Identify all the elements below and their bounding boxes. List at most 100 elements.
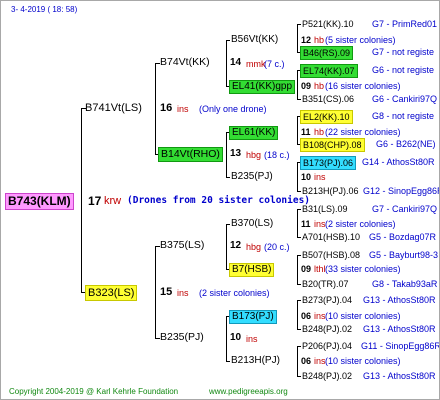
gen4-info: G12 - SinopEgg86R — [363, 186, 440, 196]
connector-line — [81, 108, 82, 293]
connector-line — [226, 40, 230, 41]
gen4-queen[interactable]: B108(CHP).08 — [300, 138, 365, 152]
gen3-note: (2 sister colonies) — [325, 219, 396, 229]
gen3-marker: lthl — [314, 264, 326, 274]
gen2-note: (7 c.) — [264, 59, 285, 69]
gen3-marker: hb — [314, 127, 325, 137]
gen3-queen[interactable]: B370(LS) — [231, 218, 273, 230]
gen3-queen[interactable]: B173(PJ) — [229, 310, 277, 324]
gen4-queen[interactable]: P521(KK).10 — [302, 18, 354, 30]
root-score: 17 — [88, 194, 102, 208]
gen4-queen[interactable]: A701(HSB).10 — [302, 231, 360, 243]
gen4-queen[interactable]: B46(RS).09 — [300, 46, 354, 60]
gen3-marker: ins — [314, 172, 326, 182]
gen4-queen[interactable]: B173(PJ).06 — [300, 156, 357, 170]
gen4-info: G7 - Cankiri97Q — [372, 204, 438, 214]
gen3-queen[interactable]: B235(PJ) — [231, 171, 273, 183]
gen1-lower-queen[interactable]: B323(LS) — [85, 285, 138, 301]
gen3-queen[interactable]: B7(HSB) — [229, 263, 275, 277]
gen1-lower-marker: ins — [177, 288, 189, 298]
connector-line — [297, 99, 301, 100]
connector-line — [155, 63, 156, 155]
gen4-info: G11 - SinopEgg86R — [361, 341, 440, 351]
connector-line — [226, 224, 227, 270]
gen3-score: 09 — [301, 81, 312, 91]
gen4-info: G5 - Bayburt98-3 — [369, 250, 439, 260]
gen3-note: (10 sister colonies) — [325, 356, 401, 366]
gen3-marker: ins — [314, 219, 326, 229]
connector-line — [297, 376, 301, 377]
gen4-info: G8 - not registe — [372, 111, 435, 121]
gen3-score: 06 — [301, 311, 312, 321]
gen3-score: 11 — [301, 127, 311, 137]
connector-line — [297, 329, 301, 330]
gen4-info: G6 - B262(NE) — [376, 139, 436, 149]
gen3-note: (5 sister colonies) — [325, 35, 396, 45]
gen2-note: (18 c.) — [264, 150, 290, 160]
connector-line — [226, 177, 230, 178]
connector-line — [226, 224, 230, 225]
connector-line — [226, 361, 230, 362]
gen4-queen[interactable]: B31(LS).09 — [302, 203, 348, 215]
gen4-info: G13 - AthosSt80R — [363, 371, 436, 381]
pedigree-chart: 3- 4-2019 ( 18: 58) B743(KLM) 17 krw (Dr… — [0, 0, 440, 400]
gen4-queen[interactable]: B248(PJ).02 — [302, 370, 352, 382]
gen4-queen[interactable]: B20(TR).07 — [302, 278, 349, 290]
gen1-upper-queen[interactable]: B741Vt(LS) — [85, 101, 142, 115]
gen2-queen[interactable]: B74Vt(KK) — [160, 56, 210, 69]
connector-line — [297, 116, 298, 145]
gen4-info: G14 - AthosSt80R — [362, 157, 435, 167]
gen2-queen[interactable]: B375(LS) — [160, 239, 204, 252]
gen4-info: G13 - AthosSt80R — [363, 324, 436, 334]
gen3-score: 10 — [301, 172, 312, 182]
gen1-upper-score: 16 — [160, 102, 173, 114]
gen4-queen[interactable]: EL2(KK).10 — [300, 110, 353, 124]
gen4-queen[interactable]: EL74(KK).07 — [300, 64, 358, 78]
gen2-queen[interactable]: B235(PJ) — [160, 331, 204, 344]
gen4-queen[interactable]: P206(PJ).04 — [302, 340, 352, 352]
connector-line — [297, 162, 298, 192]
connector-line — [297, 70, 298, 100]
footer-website-link[interactable]: www.pedigreeapis.org — [209, 386, 288, 398]
gen2-score: 14 — [230, 57, 242, 68]
connector-line — [297, 209, 301, 210]
connector-line — [226, 40, 227, 87]
connector-line — [297, 300, 301, 301]
gen3-score: 12 — [301, 35, 312, 45]
connector-line — [297, 24, 298, 53]
connector-line — [297, 300, 298, 330]
gen3-queen[interactable]: EL41(KK)gpp — [229, 80, 296, 94]
root-colony-note: (Drones from 20 sister colonies) — [127, 195, 311, 206]
gen4-queen[interactable]: B351(CS).06 — [302, 93, 354, 105]
gen3-note: (22 sister colonies) — [325, 127, 401, 137]
gen2-marker: mmk — [246, 59, 266, 69]
gen4-info: G6 - Cankiri97Q — [372, 94, 438, 104]
gen2-marker: hbg — [246, 242, 262, 252]
gen2-score: 10 — [230, 332, 242, 343]
gen3-queen[interactable]: EL61(KK) — [229, 126, 279, 140]
gen3-marker: hb — [314, 35, 325, 45]
gen4-queen[interactable]: B248(PJ).02 — [302, 323, 352, 335]
connector-line — [297, 284, 301, 285]
gen3-queen[interactable]: B56Vt(KK) — [231, 34, 278, 46]
gen4-queen[interactable]: B273(PJ).04 — [302, 294, 352, 306]
gen1-upper-note: (Only one drone) — [199, 104, 267, 114]
gen4-queen[interactable]: B213H(PJ).06 — [302, 185, 359, 197]
connector-line — [297, 255, 298, 285]
connector-line — [226, 316, 227, 362]
connector-line — [297, 255, 301, 256]
gen3-marker: ins — [314, 311, 326, 321]
gen3-queen[interactable]: B213H(PJ) — [231, 355, 280, 367]
connector-line — [297, 24, 301, 25]
gen2-note: (20 c.) — [264, 242, 290, 252]
gen4-info: G7 - not registe — [372, 47, 435, 57]
connector-line — [226, 132, 227, 178]
gen2-queen[interactable]: B14Vt(RHO) — [158, 147, 223, 162]
gen4-info: G6 - not registe — [372, 65, 435, 75]
connector-line — [155, 246, 156, 339]
connector-line — [297, 346, 298, 377]
gen4-info: G7 - PrimRed01 — [372, 19, 438, 29]
gen4-queen[interactable]: B507(HSB).08 — [302, 249, 360, 261]
print-date: 3- 4-2019 ( 18: 58) — [11, 5, 78, 14]
root-queen[interactable]: B743(KLM) — [5, 193, 74, 210]
